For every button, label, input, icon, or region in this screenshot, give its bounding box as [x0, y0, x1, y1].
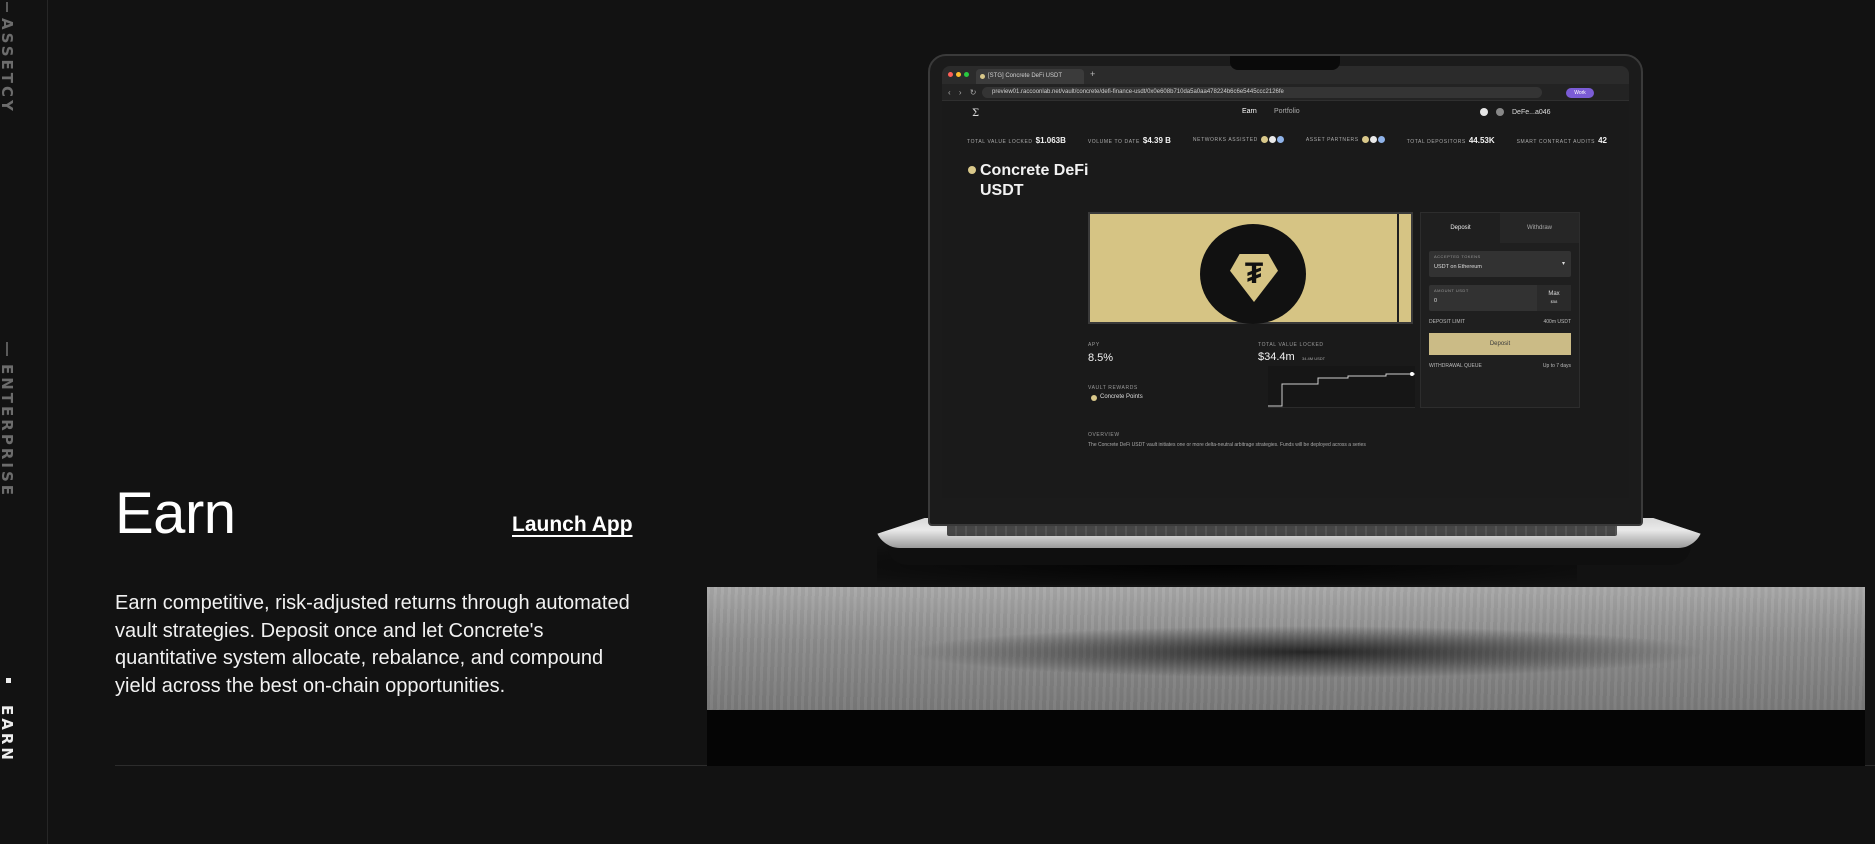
browser-addressbar: ‹ › ↻ preview01.raccoonlab.net/vault/con…: [942, 84, 1629, 101]
rail-item-enterprise[interactable]: ENTERPRISE: [0, 342, 16, 499]
rail-tick: [6, 2, 8, 12]
laptop-base-under: [887, 545, 1691, 565]
section-title: Earn: [115, 481, 236, 546]
rail-tick: [6, 342, 8, 356]
laptop-visual: [STG] Concrete DeFi USDT + ‹ › ↻ preview…: [707, 0, 1865, 766]
rail-item-earn[interactable]: EARN: [0, 678, 16, 763]
active-indicator: [5, 678, 11, 683]
new-tab-icon: +: [1090, 69, 1096, 79]
overview-label: OVERVIEW: [1088, 432, 1120, 438]
overview-text: The Concrete DeFi USDT vault initiates o…: [1088, 442, 1366, 448]
section-description: Earn competitive, risk-adjusted returns …: [115, 592, 630, 697]
max-button: Max $58: [1537, 285, 1571, 311]
notification-icon: [1480, 108, 1488, 116]
camera-notch: [1230, 56, 1340, 70]
chevron-down-icon: ▾: [1561, 261, 1565, 267]
withdrawal-queue-row: WITHDRAWAL QUEUE Up to 7 days: [1429, 363, 1571, 369]
rail-label: ASSETCY: [0, 18, 16, 114]
laptop-screen: [STG] Concrete DeFi USDT + ‹ › ↻ preview…: [942, 66, 1629, 498]
accepted-token-select: ACCEPTED TOKENS USDT on Ethereum ▾: [1429, 251, 1571, 277]
apy-value: 8.5%: [1088, 352, 1114, 364]
panel-tabs: Deposit Withdraw: [1421, 213, 1579, 243]
profile-pill: Work: [1566, 88, 1594, 98]
stat-depositors: TOTAL DEPOSITORS 44.53K: [1406, 136, 1495, 145]
launch-app-link[interactable]: Launch App: [512, 513, 633, 537]
concrete-logo-icon: Σ: [972, 108, 980, 119]
tvl-sub: 34.4M USDT: [1302, 356, 1326, 361]
protocol-stats: TOTAL VALUE LOCKED $1.063B VOLUME TO DATE…: [967, 136, 1607, 145]
nav-earn: Earn: [1242, 108, 1257, 115]
apy-label: APY: [1088, 342, 1100, 348]
surface-edge: [707, 710, 1865, 766]
stat-partners: ASSET PARTNERS: [1306, 136, 1385, 145]
sparkline-graph: [1268, 372, 1415, 407]
vault-title: Concrete DeFi USDT: [968, 161, 1100, 201]
amount-field: AMOUNT USDT 0 Max $58: [1429, 285, 1571, 311]
network-icons: [1260, 136, 1284, 143]
stat-networks: NETWORKS ASSISTED: [1193, 136, 1284, 145]
partner-icons: [1361, 136, 1385, 143]
account-address: DeFe...a046: [1512, 108, 1551, 116]
tether-t-icon: ₮: [1244, 257, 1264, 290]
rail-label: EARN: [0, 705, 16, 763]
browser-tab: [STG] Concrete DeFi USDT: [976, 69, 1084, 84]
section-rail: ASSETCY ENTERPRISE EARN: [0, 0, 48, 844]
nav-portfolio: Portfolio: [1274, 108, 1300, 115]
url-field: preview01.raccoonlab.net/vault/concrete/…: [982, 87, 1542, 98]
rail-label: ENTERPRISE: [0, 364, 16, 499]
tab-withdraw: Withdraw: [1500, 213, 1579, 243]
stat-audits: SMART CONTRACT AUDITS 42: [1516, 136, 1607, 145]
avatar: [1496, 108, 1504, 116]
deposit-panel: Deposit Withdraw ACCEPTED TOKENS USDT on…: [1420, 212, 1580, 408]
tab-deposit: Deposit: [1421, 213, 1500, 243]
app-nav: Σ Earn Portfolio DeFe...a046: [942, 102, 1629, 124]
vault-banner: ₮: [1088, 212, 1413, 324]
concrete-surface: [707, 587, 1865, 710]
account-area: DeFe...a046: [1480, 108, 1551, 116]
rewards-label: VAULT REWARDS: [1088, 385, 1138, 391]
laptop-lid: [STG] Concrete DeFi USDT + ‹ › ↻ preview…: [928, 54, 1643, 526]
tvl-sparkline: [1268, 366, 1415, 408]
nav-arrows-icon: ‹ › ↻: [948, 88, 980, 97]
page: ASSETCY ENTERPRISE EARN Earn Launch App …: [0, 0, 1875, 844]
tvl-label: TOTAL VALUE LOCKED: [1258, 342, 1324, 348]
deposit-limit-row: DEPOSIT LIMIT 400m USDT: [1429, 319, 1571, 325]
stat-volume: VOLUME TO DATE $4.39 B: [1087, 136, 1171, 145]
deposit-button: Deposit: [1429, 333, 1571, 355]
window-controls: [948, 72, 969, 77]
rail-item-assetcy[interactable]: ASSETCY: [0, 2, 16, 114]
rewards-value: Concrete Points: [1091, 394, 1143, 401]
tvl-value: $34.4m: [1258, 351, 1295, 363]
stat-tvl: TOTAL VALUE LOCKED $1.063B: [967, 136, 1066, 145]
